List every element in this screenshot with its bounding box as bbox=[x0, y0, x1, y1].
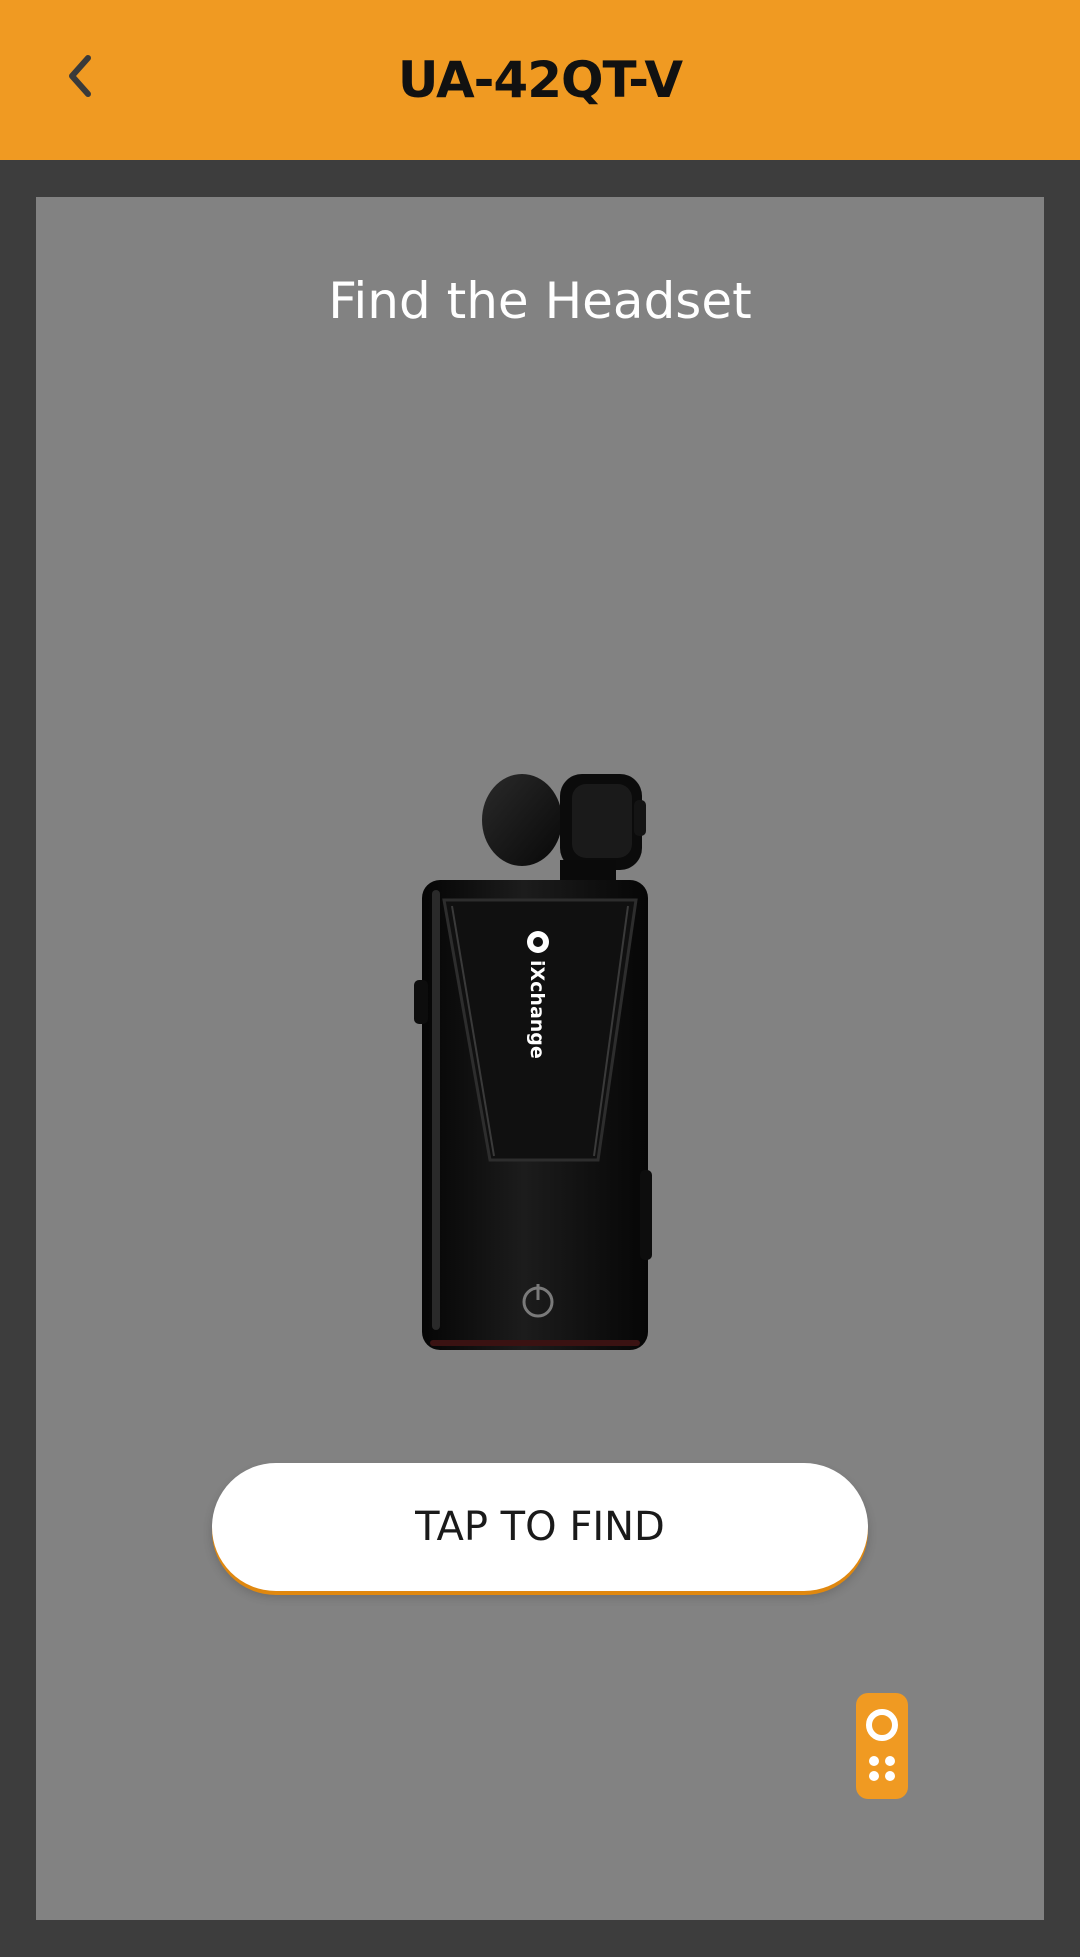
page-title: UA-42QT-V bbox=[397, 51, 683, 109]
remote-control-button[interactable] bbox=[856, 1693, 908, 1799]
remote-control-icon bbox=[866, 1709, 898, 1781]
app-bar: UA-42QT-V bbox=[0, 0, 1080, 160]
find-headset-heading: Find the Headset bbox=[328, 272, 752, 330]
headset-device-image: iXchange bbox=[410, 760, 670, 1360]
brand-label: iXchange bbox=[526, 960, 548, 1059]
tap-to-find-button[interactable]: TAP TO FIND bbox=[212, 1463, 868, 1591]
